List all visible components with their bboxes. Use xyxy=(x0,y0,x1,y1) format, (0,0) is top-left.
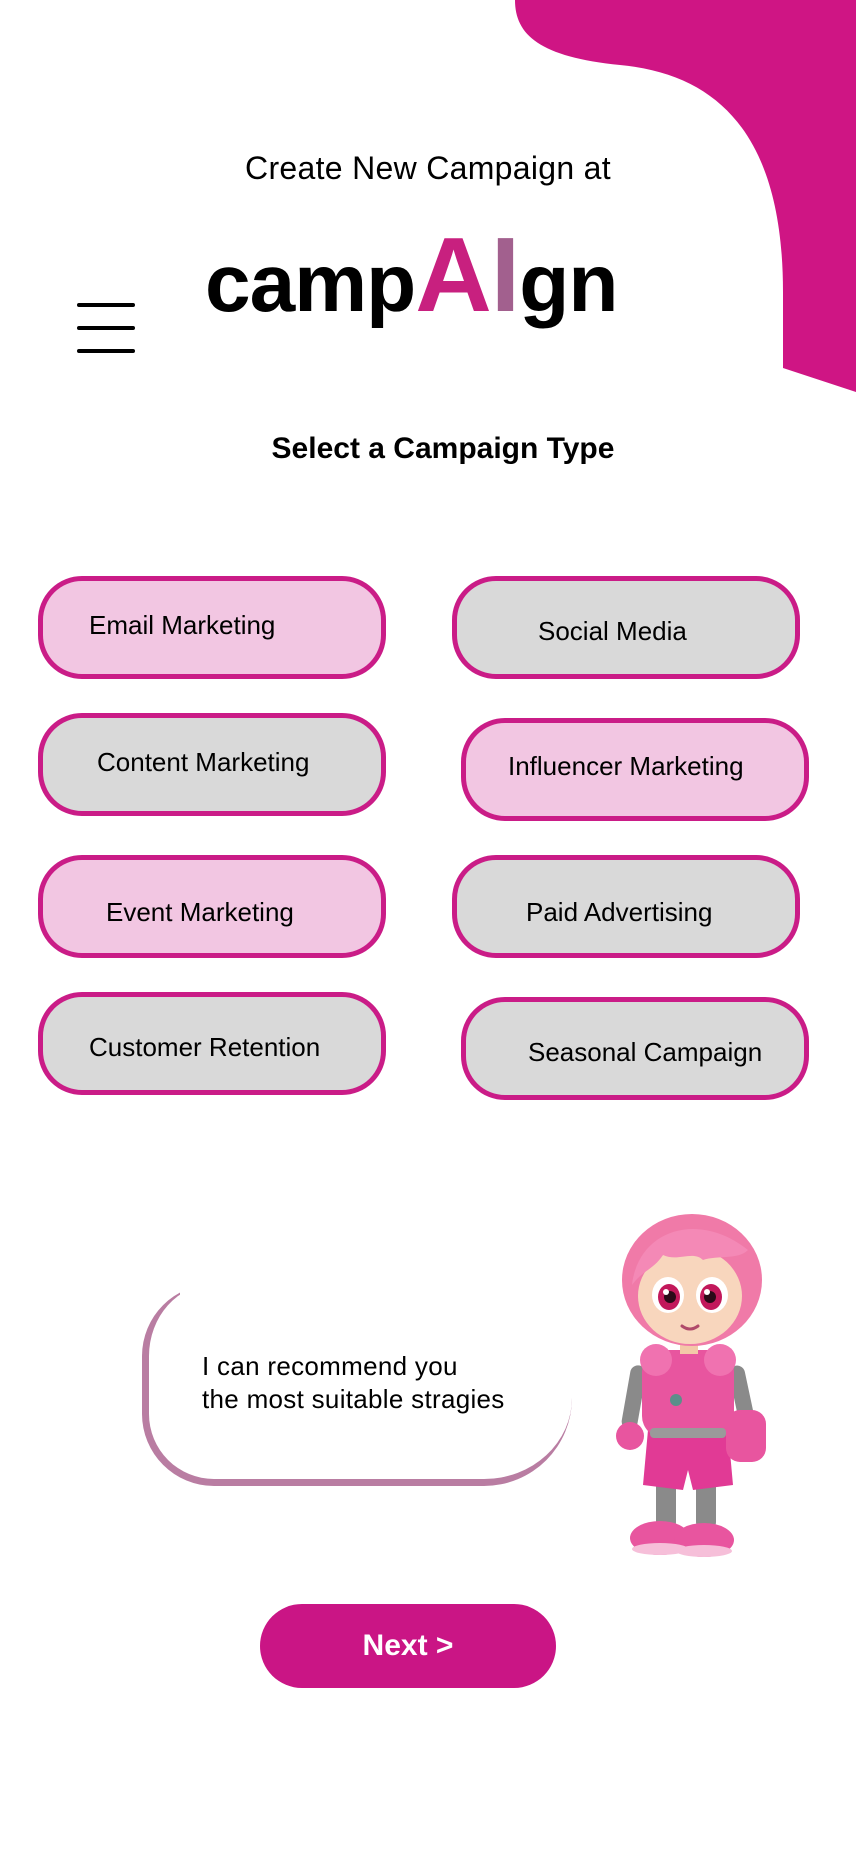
campaign-type-label: Seasonal Campaign xyxy=(528,1037,763,1067)
logo-ai-a: A xyxy=(415,216,492,334)
campaign-type-influencer-marketing[interactable]: Influencer Marketing xyxy=(461,718,809,821)
campaign-type-label: Content Marketing xyxy=(97,747,310,777)
campaign-type-label: Email Marketing xyxy=(89,610,276,640)
campaign-type-label: Social Media xyxy=(538,616,687,646)
logo-ai-i: I xyxy=(490,216,520,334)
campaign-type-customer-retention[interactable]: Customer Retention xyxy=(38,992,386,1095)
section-title: Select a Campaign Type xyxy=(271,432,615,465)
campaign-type-email-marketing[interactable]: Email Marketing xyxy=(38,576,386,679)
campaign-type-label: Influencer Marketing xyxy=(508,751,744,781)
campaign-type-label: Paid Advertising xyxy=(526,897,713,927)
campaign-type-seasonal-campaign[interactable]: Seasonal Campaign xyxy=(461,997,809,1100)
next-button[interactable]: Next > xyxy=(260,1604,556,1688)
campaign-type-label: Event Marketing xyxy=(106,897,294,927)
campaign-type-label: Customer Retention xyxy=(89,1032,321,1062)
assistant-message-line-2: the most suitable stragies xyxy=(202,1384,505,1414)
brand-logo: campAIgn xyxy=(205,215,618,335)
robot-mascot-icon xyxy=(616,1214,766,1557)
campaign-type-social-media[interactable]: Social Media xyxy=(452,576,800,679)
logo-part-gn: gn xyxy=(519,238,618,329)
hamburger-menu-icon[interactable] xyxy=(77,303,135,353)
assistant-message-line-1: I can recommend you xyxy=(202,1351,458,1381)
corner-decoration xyxy=(515,0,856,392)
campaign-type-event-marketing[interactable]: Event Marketing xyxy=(38,855,386,958)
logo-part-camp: camp xyxy=(205,238,416,329)
header-subtitle: Create New Campaign at xyxy=(245,150,611,186)
assistant-message: I can recommend you the most suitable st… xyxy=(202,1350,505,1416)
campaign-type-content-marketing[interactable]: Content Marketing xyxy=(38,713,386,816)
campaign-type-paid-advertising[interactable]: Paid Advertising xyxy=(452,855,800,958)
